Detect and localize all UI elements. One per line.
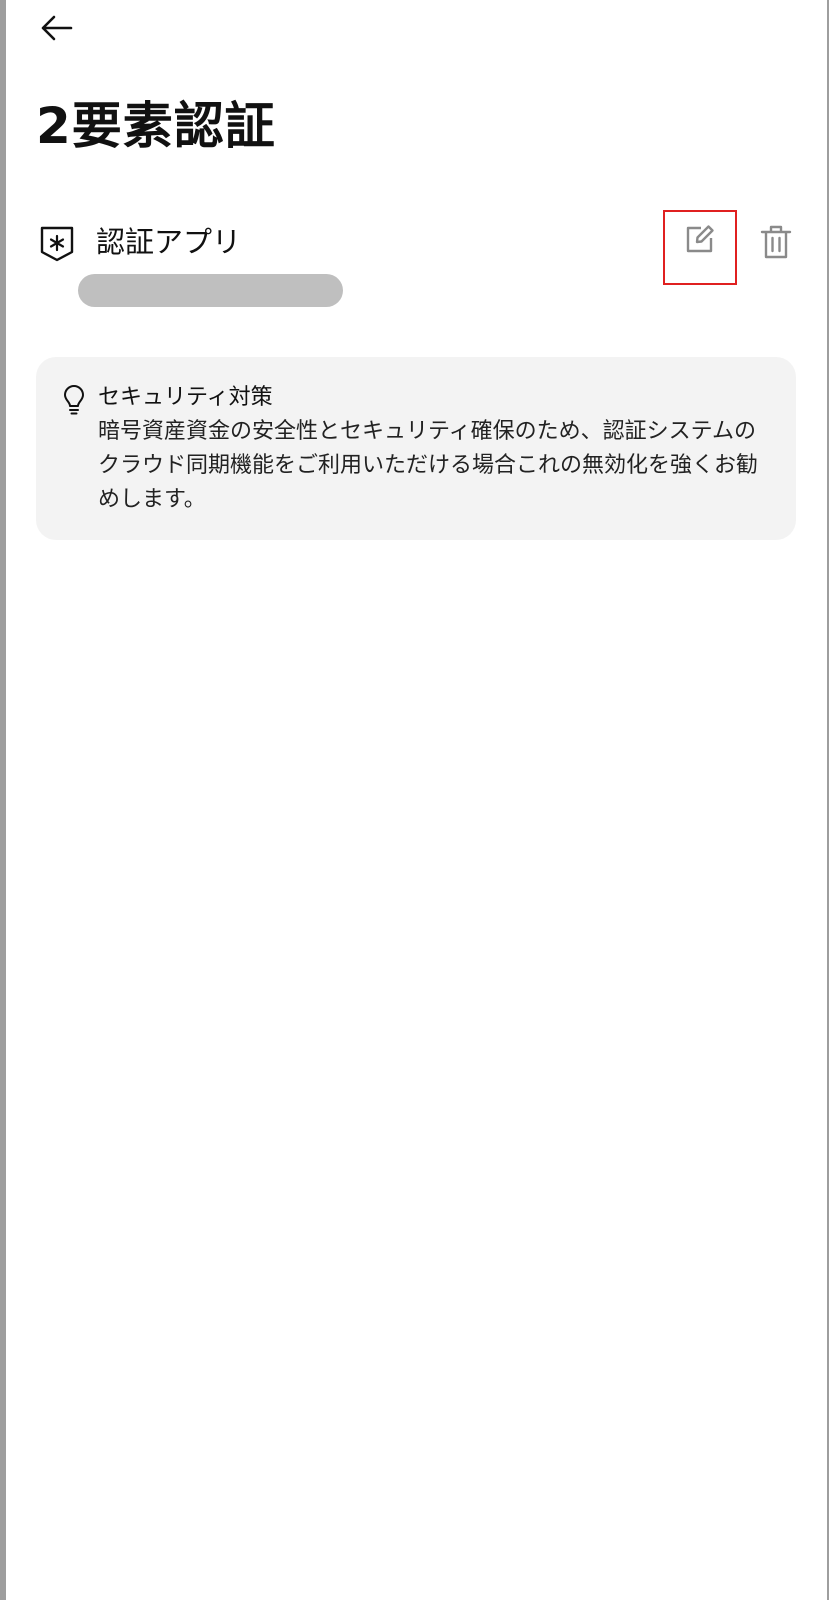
delete-button[interactable]: [754, 220, 798, 264]
trash-icon: [760, 225, 792, 259]
lightbulb-icon: [64, 385, 84, 415]
auth-method-label: 認証アプリ: [96, 225, 242, 259]
edit-button[interactable]: [663, 210, 737, 285]
edit-icon: [686, 224, 714, 252]
tip-body: 暗号資産資金の安全性とセキュリティ確保のため、認証システムのクラウド同期機能をご…: [98, 419, 759, 512]
redacted-account-name: [78, 274, 343, 307]
back-button[interactable]: [36, 8, 76, 48]
auth-method-row: 認証アプリ: [36, 210, 806, 310]
page-title: 2要素認証: [36, 97, 276, 155]
security-tip-card: セキュリティ対策 暗号資産資金の安全性とセキュリティ確保のため、認証システムのク…: [36, 357, 796, 540]
tip-title: セキュリティ対策: [98, 385, 273, 410]
arrow-left-icon: [41, 15, 73, 41]
shield-asterisk-icon: [40, 226, 74, 262]
screen: 2要素認証 認証アプリ セキュリティ対策 暗号資産資金の安全性とセキュリティ確保…: [6, 0, 827, 1600]
